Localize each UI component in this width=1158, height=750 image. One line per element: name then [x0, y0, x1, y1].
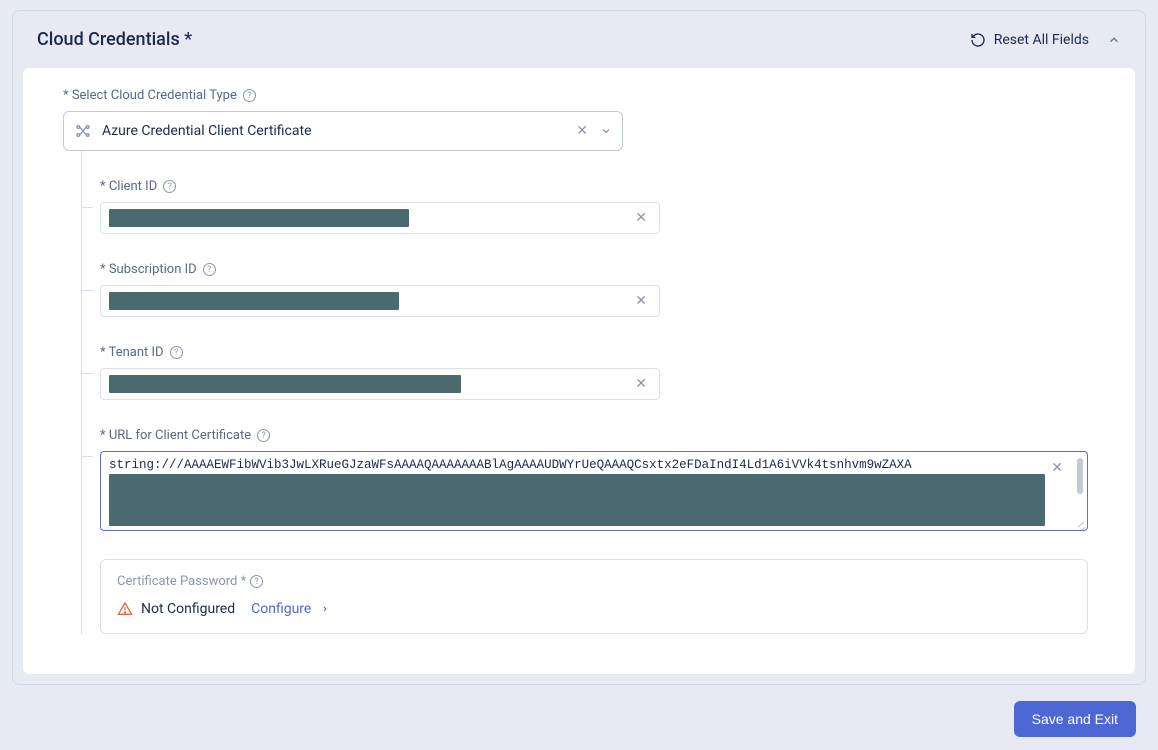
redacted-value	[109, 474, 1045, 526]
client-id-input[interactable]: ✕	[100, 202, 660, 234]
mapping-icon	[74, 122, 92, 140]
help-icon[interactable]: ?	[163, 180, 176, 193]
save-and-exit-button[interactable]: Save and Exit	[1014, 701, 1136, 737]
help-icon[interactable]: ?	[257, 429, 270, 442]
help-icon[interactable]: ?	[170, 346, 183, 359]
subscription-id-label: * Subscription ID ?	[100, 262, 1095, 277]
warning-icon	[117, 601, 133, 617]
tenant-id-label: * Tenant ID ?	[100, 345, 1095, 360]
credential-type-select[interactable]: Azure Credential Client Certificate ✕	[63, 111, 623, 151]
panel-title: Cloud Credentials *	[37, 29, 192, 50]
clear-icon[interactable]: ✕	[572, 123, 592, 139]
not-configured-text: Not Configured	[141, 601, 235, 617]
footer: Save and Exit	[0, 685, 1158, 737]
client-id-group: * Client ID ? ✕	[82, 151, 1095, 234]
help-icon[interactable]: ?	[243, 89, 256, 102]
clear-icon[interactable]: ✕	[631, 293, 651, 309]
tenant-id-group: * Tenant ID ? ✕	[82, 317, 1095, 400]
cloud-credentials-panel: Cloud Credentials * Reset All Fields * S…	[12, 10, 1146, 685]
scrollbar[interactable]	[1077, 458, 1083, 494]
credential-type-value: Azure Credential Client Certificate	[102, 123, 562, 139]
collapse-button[interactable]	[1107, 33, 1121, 47]
chevron-down-icon[interactable]	[600, 125, 612, 137]
client-id-label: * Client ID ?	[100, 179, 1095, 194]
credential-fields: * Client ID ? ✕ * Subscription ID ? ✕	[81, 151, 1095, 634]
redacted-value	[109, 209, 409, 227]
chevron-up-icon	[1107, 33, 1121, 47]
configure-link[interactable]: Configure	[251, 601, 329, 617]
certificate-password-box: Certificate Password * ? Not Configured	[100, 559, 1088, 634]
redacted-value	[109, 375, 461, 393]
redacted-value	[109, 292, 399, 310]
clear-icon[interactable]: ✕	[1051, 460, 1063, 477]
cert-status-row: Not Configured Configure	[117, 601, 1071, 617]
header-actions: Reset All Fields	[970, 32, 1121, 48]
reset-icon	[970, 32, 986, 48]
help-icon[interactable]: ?	[203, 263, 216, 276]
resize-handle[interactable]	[1075, 518, 1085, 528]
chevron-right-icon	[321, 605, 329, 613]
url-client-cert-group: * URL for Client Certificate ? string://…	[82, 400, 1095, 531]
certificate-password-label: Certificate Password * ?	[117, 574, 1071, 589]
panel-header: Cloud Credentials * Reset All Fields	[13, 11, 1145, 68]
clear-icon[interactable]: ✕	[631, 376, 651, 392]
help-icon[interactable]: ?	[250, 575, 263, 588]
reset-all-fields-button[interactable]: Reset All Fields	[970, 32, 1089, 48]
tenant-id-input[interactable]: ✕	[100, 368, 660, 400]
subscription-id-input[interactable]: ✕	[100, 285, 660, 317]
credential-type-label: * Select Cloud Credential Type ?	[63, 88, 1095, 103]
url-client-cert-textarea[interactable]: string:///AAAAEWFibWVib3JwLXRueGJzaWFsAA…	[100, 451, 1088, 531]
url-client-cert-value: string:///AAAAEWFibWVib3JwLXRueGJzaWFsAA…	[109, 458, 1079, 472]
subscription-id-group: * Subscription ID ? ✕	[82, 234, 1095, 317]
not-configured-status: Not Configured	[117, 601, 235, 617]
form-card: * Select Cloud Credential Type ? Azure C…	[23, 68, 1135, 674]
url-client-cert-label: * URL for Client Certificate ?	[100, 428, 1095, 443]
clear-icon[interactable]: ✕	[631, 210, 651, 226]
reset-label: Reset All Fields	[994, 32, 1089, 48]
